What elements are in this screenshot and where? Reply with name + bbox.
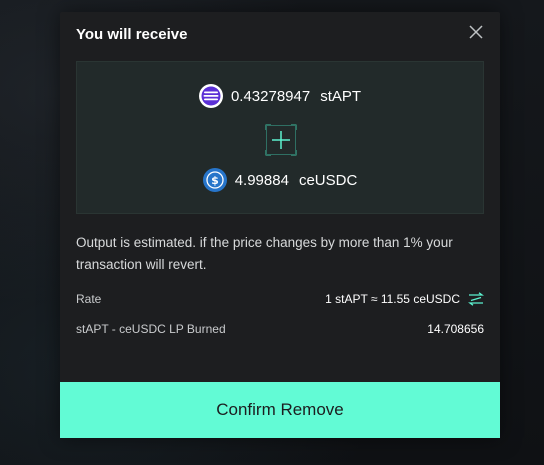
token-row-ceusdc: $ 4.99884 ceUSDC: [77, 168, 483, 192]
stapt-token-icon: [198, 84, 223, 108]
swap-direction-icon[interactable]: [468, 292, 484, 306]
close-icon: [469, 25, 483, 39]
ceusdc-symbol: ceUSDC: [298, 171, 358, 189]
lp-burned-label: stAPT - ceUSDC LP Burned: [76, 322, 226, 336]
estimate-notice: Output is estimated. if the price change…: [76, 235, 453, 272]
stapt-amount: 0.43278947: [230, 87, 311, 105]
lp-burned-row: stAPT - ceUSDC LP Burned 14.708656: [76, 322, 484, 336]
rate-value: 1 stAPT ≈ 11.55 ceUSDC: [325, 292, 460, 306]
rate-value-group: 1 stAPT ≈ 11.55 ceUSDC: [325, 292, 484, 306]
confirm-remove-button[interactable]: Confirm Remove: [60, 382, 500, 438]
rate-label: Rate: [76, 292, 102, 306]
rate-row: Rate 1 stAPT ≈ 11.55 ceUSDC: [76, 292, 484, 306]
svg-text:$: $: [211, 174, 219, 187]
receive-summary-box: 0.43278947 stAPT $ 4.99884 ceUSDC: [76, 61, 484, 214]
usdc-token-icon: $: [202, 168, 227, 192]
lp-burned-value: 14.708656: [427, 322, 484, 336]
plus-icon: [265, 124, 297, 156]
close-button[interactable]: [466, 22, 486, 42]
modal-title: You will receive: [76, 26, 188, 43]
receive-modal: You will receive 0.43278947 stAPT $ 4.99…: [60, 12, 500, 438]
stapt-symbol: stAPT: [320, 87, 362, 105]
token-row-stapt: 0.43278947 stAPT: [77, 84, 483, 108]
ceusdc-amount: 4.99884: [234, 171, 289, 189]
